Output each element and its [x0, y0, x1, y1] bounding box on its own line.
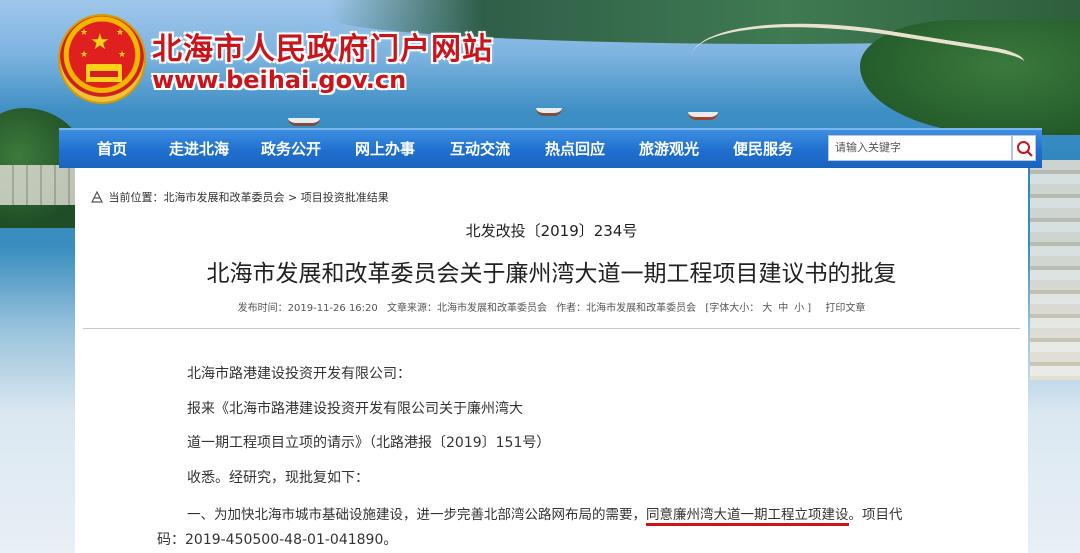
article-meta: 发布时间：2019-11-26 16:20 文章来源：北海市发展和改革委员会 作… — [75, 299, 1028, 314]
breadcrumb-link-approval-results[interactable]: 项目投资批准结果 — [301, 191, 389, 204]
star-icon: ★ — [116, 28, 125, 38]
print-article-button[interactable]: 打印文章 — [825, 303, 865, 314]
breadcrumb-prefix: 当前位置： — [108, 191, 164, 204]
nav-government-affairs[interactable]: 政务公开 — [251, 130, 331, 168]
breadcrumb: 当前位置：北海市发展和改革委员会 > 项目投资批准结果 — [91, 189, 389, 206]
divider — [83, 328, 1020, 329]
nav-hot-responses[interactable]: 热点回应 — [535, 130, 615, 168]
font-size-small-button[interactable]: 小 — [794, 303, 804, 314]
nav-public-services[interactable]: 便民服务 — [723, 130, 803, 168]
nav-about-beihai[interactable]: 走进北海 — [159, 130, 239, 168]
breadcrumb-separator: > — [288, 191, 298, 204]
content-panel: 当前位置：北海市发展和改革委员会 > 项目投资批准结果 北发改投〔2019〕23… — [75, 168, 1028, 553]
national-emblem-logo[interactable]: ★ ★ ★ ★ ★ — [58, 14, 146, 104]
approval-text-end: 。项目代 — [848, 507, 903, 523]
boat — [688, 112, 718, 120]
tiananmen-gate-icon — [86, 64, 122, 82]
search-button[interactable] — [1012, 135, 1036, 161]
font-size-label: [字体大小： — [705, 303, 760, 314]
left-town — [0, 165, 80, 205]
paragraph-approval: 一、为加快北海市城市基础设施建设，进一步完善北部湾公路网布局的需要，同意廉州湾大… — [187, 503, 903, 526]
paragraph-line: 收悉。经研究，现批复如下： — [187, 470, 369, 486]
nav-tourism[interactable]: 旅游观光 — [629, 130, 709, 168]
nav-home[interactable]: 首页 — [77, 130, 147, 168]
search-icon — [1017, 141, 1033, 157]
boat — [288, 118, 320, 126]
nav-online-services[interactable]: 网上办事 — [345, 130, 425, 168]
approval-text: 一、为加快北海市城市基础设施建设，进一步完善北部湾公路网布局的需要， — [187, 507, 646, 523]
site-title[interactable]: 北海市人民政府门户网站 — [152, 24, 493, 68]
boat — [536, 108, 562, 116]
article-source: 文章来源：北海市发展和改革委员会 — [386, 303, 547, 314]
article-author: 作者：北海市发展和改革委员会 — [556, 303, 697, 314]
document-number: 北发改投〔2019〕234号 — [465, 222, 638, 240]
paragraph-addressee: 北海市路港建设投资开发有限公司： — [187, 366, 411, 382]
paragraph-project-code: 码：2019-450500-48-01-041890。 — [157, 532, 398, 548]
star-icon: ★ — [118, 50, 127, 60]
location-icon — [91, 190, 105, 206]
font-size-close: ] — [807, 303, 812, 314]
nav-interaction[interactable]: 互动交流 — [440, 130, 520, 168]
star-icon: ★ — [80, 28, 89, 38]
publish-time: 发布时间：2019-11-26 16:20 — [237, 303, 378, 314]
star-icon: ★ — [90, 30, 110, 55]
site-url[interactable]: www.beihai.gov.cn — [152, 66, 406, 94]
paragraph-line: 报来《北海市路港建设投资开发有限公司关于廉州湾大 — [187, 401, 523, 417]
main-nav: 首页 走进北海 政务公开 网上办事 互动交流 热点回应 旅游观光 便民服务 请输… — [59, 128, 1042, 168]
star-icon: ★ — [80, 50, 89, 60]
article-title: 北海市发展和改革委员会关于廉州湾大道一期工程项目建议书的批复 — [206, 261, 897, 287]
breadcrumb-link-ndrc[interactable]: 北海市发展和改革委员会 — [164, 191, 285, 204]
font-size-large-button[interactable]: 大 — [762, 303, 772, 314]
font-size-medium-button[interactable]: 中 — [778, 303, 788, 314]
search-input[interactable]: 请输入关键字 — [828, 135, 1012, 161]
highlighted-approval: 同意廉州湾大道一期工程立项建设 — [646, 507, 849, 526]
paragraph-line: 道一期工程项目立项的请示》（北路港报〔2019〕151号） — [187, 435, 551, 451]
right-town — [1030, 160, 1080, 380]
